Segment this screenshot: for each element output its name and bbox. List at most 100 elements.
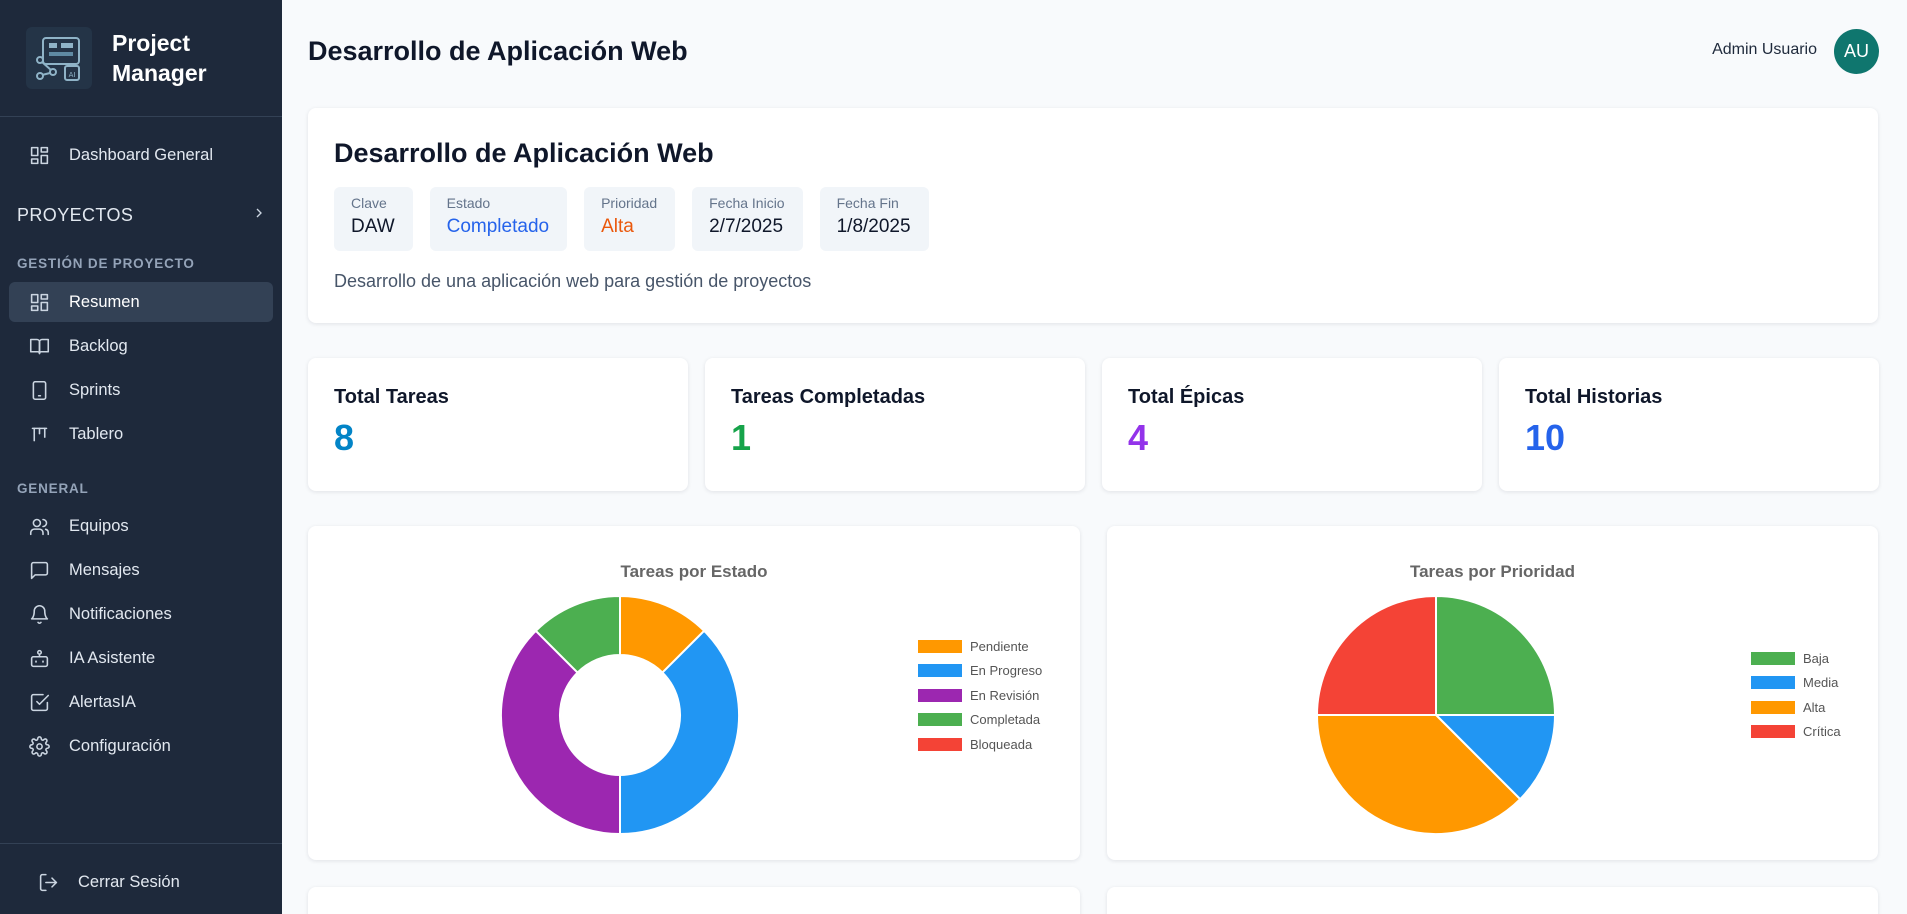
stat-card-total-tareas: Total Tareas 8 [308, 358, 688, 491]
legend-label: Crítica [1803, 724, 1841, 740]
meta-label: Clave [351, 195, 387, 211]
meta-label: Fecha Fin [836, 195, 899, 211]
ai-chip-network-icon: AI [26, 27, 92, 89]
legend-item[interactable]: Alta [1751, 695, 1841, 720]
meta-fecha-inicio: Fecha Inicio 2/7/2025 [692, 187, 803, 251]
meta-value: DAW [351, 216, 395, 237]
stat-label: Total Épicas [1128, 386, 1245, 408]
chart-legend: Pendiente En Progreso En Revisión Comple… [918, 634, 1042, 757]
stat-value: 10 [1525, 417, 1566, 458]
bot-icon [27, 646, 51, 670]
sidebar-item-label: Backlog [69, 336, 128, 355]
pie-slice-en-revisión[interactable] [500, 629, 621, 836]
stat-card-tareas-completadas: Tareas Completadas 1 [705, 358, 1085, 491]
chevron-right-icon [251, 205, 267, 226]
sidebar-item-mensajes[interactable]: Mensajes [9, 550, 273, 590]
stat-value: 1 [731, 417, 752, 458]
legend-item[interactable]: Pendiente [918, 634, 1042, 659]
legend-item[interactable]: Bloqueada [918, 732, 1042, 757]
legend-item[interactable]: Completada [918, 708, 1042, 733]
logout-button[interactable]: Cerrar Sesión [18, 862, 282, 902]
legend-item[interactable]: En Revisión [918, 683, 1042, 708]
projects-section-toggle[interactable]: PROYECTOS [17, 205, 267, 226]
stat-value: 4 [1128, 417, 1149, 458]
sidebar-item-alertasia[interactable]: AlertasIA [9, 682, 273, 722]
pie-slice-baja[interactable] [1435, 594, 1557, 716]
chart-legend: Baja Media Alta Crítica [1751, 646, 1841, 744]
grid-icon [27, 143, 51, 167]
legend-label: Pendiente [970, 638, 1029, 654]
sidebar-item-notificaciones[interactable]: Notificaciones [9, 594, 273, 634]
legend-swatch [918, 639, 962, 653]
legend-swatch [1751, 676, 1795, 690]
bottom-card-left [308, 887, 1080, 914]
sidebar-item-sprints[interactable]: Sprints [9, 370, 273, 410]
stat-label: Total Tareas [334, 386, 449, 408]
section-label-general: GENERAL [17, 481, 89, 496]
legend-item[interactable]: Media [1751, 671, 1841, 696]
sidebar-item-ia-asistente[interactable]: IA Asistente [9, 638, 273, 678]
projects-header: PROYECTOS [17, 205, 134, 225]
legend-swatch [1751, 725, 1795, 739]
meta-clave: Clave DAW [334, 187, 413, 251]
sidebar: AI Project Manager Dashboard General PRO… [0, 0, 282, 914]
sidebar-item-label: AlertasIA [69, 692, 136, 711]
legend-label: En Progreso [970, 663, 1043, 679]
meta-value: Completado [446, 216, 550, 237]
legend-swatch [1751, 651, 1795, 665]
legend-label: Alta [1803, 699, 1826, 715]
legend-label: Baja [1803, 650, 1830, 666]
sidebar-item-configuracion[interactable]: Configuración [9, 726, 273, 766]
sidebar-item-dashboard[interactable]: Dashboard General [9, 135, 273, 175]
logout-icon [36, 870, 60, 894]
bell-icon [27, 602, 51, 626]
gear-icon [27, 734, 51, 758]
legend-swatch [918, 688, 962, 702]
legend-swatch [918, 737, 962, 751]
book-icon [27, 334, 51, 358]
legend-swatch [918, 713, 962, 727]
stat-label: Tareas Completadas [731, 386, 926, 408]
stat-card-total-epicas: Total Épicas 4 [1102, 358, 1482, 491]
avatar[interactable]: AU [1834, 29, 1879, 74]
check-square-icon [27, 690, 51, 714]
meta-estado: Estado Completado [429, 187, 568, 251]
project-meta-row: Clave DAW Estado Completado Prioridad Al… [334, 187, 1852, 251]
page-title: Desarrollo de Aplicación Web [308, 36, 688, 66]
pie-slice-en-progreso[interactable] [619, 629, 740, 836]
meta-label: Estado [446, 195, 491, 211]
chart-card-prioridad: Tareas por Prioridad Baja Media Alta Crí… [1107, 526, 1878, 860]
legend-item[interactable]: Baja [1751, 646, 1841, 671]
sidebar-item-label: Tablero [69, 424, 124, 443]
grid-icon [27, 290, 51, 314]
user-name: Admin Usuario [1712, 41, 1817, 58]
sidebar-item-label: IA Asistente [69, 648, 156, 667]
legend-item[interactable]: Crítica [1751, 720, 1841, 745]
users-icon [27, 514, 51, 538]
section-label-gestion: GESTIÓN DE PROYECTO [17, 256, 195, 271]
sidebar-item-tablero[interactable]: Tablero [9, 414, 273, 454]
sidebar-item-backlog[interactable]: Backlog [9, 326, 273, 366]
legend-swatch [1751, 700, 1795, 714]
logout-label: Cerrar Sesión [78, 872, 180, 891]
legend-swatch [918, 664, 962, 678]
legend-label: En Revisión [970, 687, 1040, 703]
meta-label: Fecha Inicio [709, 195, 785, 211]
legend-item[interactable]: En Progreso [918, 659, 1042, 684]
message-icon [27, 558, 51, 582]
stat-value: 8 [334, 417, 355, 458]
stat-card-total-historias: Total Historias 10 [1499, 358, 1879, 491]
sidebar-item-resumen[interactable]: Resumen [9, 282, 273, 322]
brand: AI Project Manager [0, 0, 282, 117]
bottom-card-right [1107, 887, 1878, 914]
sidebar-item-label: Resumen [69, 292, 140, 311]
chart-card-estado: Tareas por Estado Pendiente En Progreso … [308, 526, 1080, 860]
sidebar-item-label: Equipos [69, 516, 129, 535]
project-title: Desarrollo de Aplicación Web [334, 138, 714, 168]
meta-value: 1/8/2025 [836, 216, 911, 237]
pie-slice-crítica[interactable] [1315, 594, 1437, 716]
project-info-card: Desarrollo de Aplicación Web Clave DAW E… [308, 108, 1878, 323]
sidebar-item-equipos[interactable]: Equipos [9, 506, 273, 546]
kanban-icon [27, 422, 51, 446]
legend-label: Completada [970, 712, 1041, 728]
